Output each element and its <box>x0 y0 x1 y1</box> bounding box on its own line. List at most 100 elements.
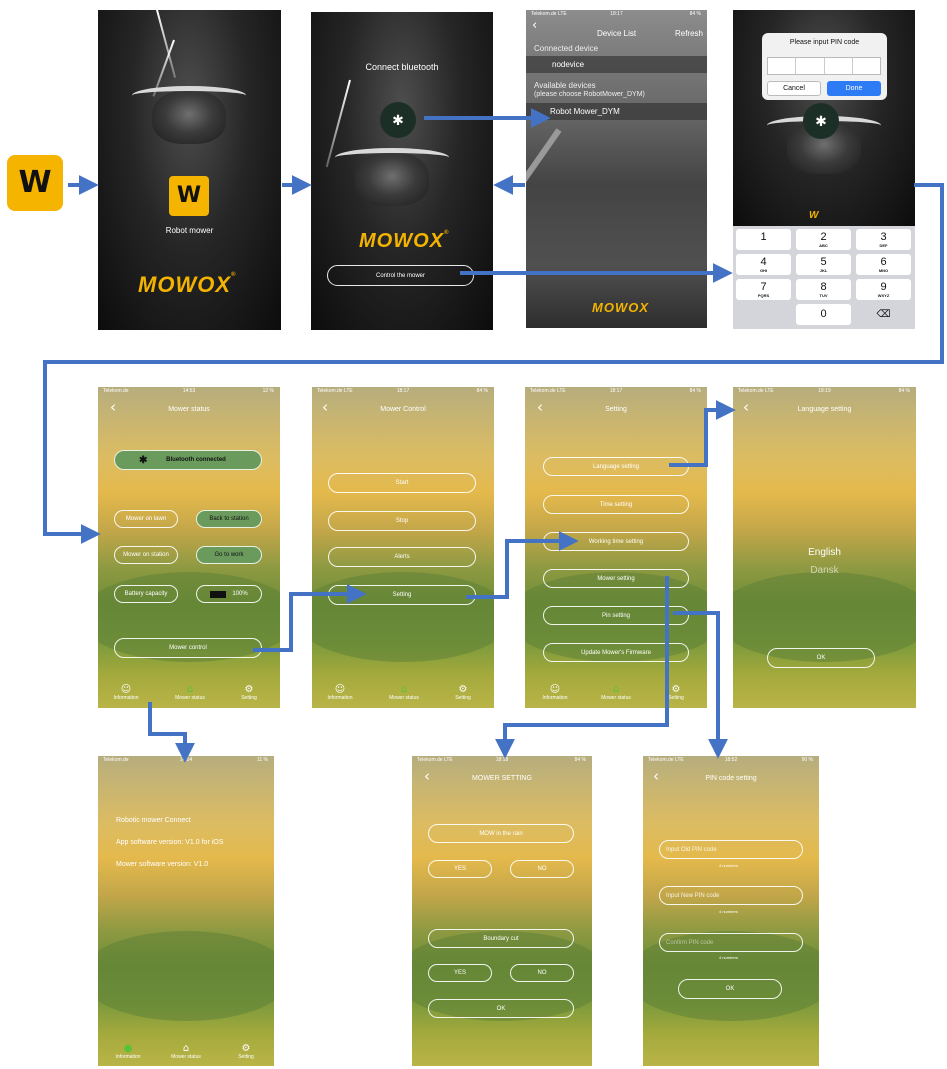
connect-screen: Connect bluetooth ✱ MOWOX® Control the m… <box>311 12 493 330</box>
mower-status-screen: Telekom.de 14:53 12 % ‹ Mower status ✱ Blu… <box>98 387 280 708</box>
key-7[interactable]: 7 PQRS <box>736 279 791 300</box>
tab-information[interactable]: ☺ Information <box>535 684 575 701</box>
confirm-pin-input[interactable]: Confirm PIN code <box>659 933 803 952</box>
screen-title: MOWER SETTING <box>472 775 532 782</box>
key-6[interactable]: 6 MNO <box>856 254 911 275</box>
home-icon: ⌂ <box>612 684 620 695</box>
home-icon: ⌂ <box>182 1043 190 1054</box>
ok-button[interactable]: OK <box>767 648 875 668</box>
ok-button[interactable]: OK <box>428 999 574 1018</box>
available-device-row[interactable]: Robot Mower_DYM <box>526 103 707 120</box>
old-pin-hint: 4 numbers <box>719 863 738 868</box>
bluetooth-icon: ✱ <box>803 103 839 139</box>
pin-dialog-title: Please input PIN code <box>789 39 860 46</box>
boundary-cut-label: Boundary cut <box>428 929 574 948</box>
mowox-logo: MOWOX <box>592 300 649 315</box>
setting-screen: Telekom.de LTE 18:17 84 % ‹ Setting Langua… <box>525 387 707 708</box>
connected-device-row[interactable]: nodevice <box>526 56 707 73</box>
app-icon-letter: W <box>18 165 52 200</box>
ok-button[interactable]: OK <box>678 979 782 999</box>
update-firmware-button[interactable]: Update Mower's Firmware <box>543 643 689 662</box>
setting-button[interactable]: Setting <box>328 585 476 605</box>
pin-input[interactable] <box>767 57 881 75</box>
tab-setting[interactable]: ⚙ Setting <box>443 684 483 701</box>
device-list-screen: Telekom.de LTE 18:17 84 % ‹ Device List Re… <box>526 10 707 328</box>
confirm-pin-hint: 4 numbers <box>719 955 738 960</box>
key-1[interactable]: 1 <box>736 229 791 250</box>
mow-in-rain-label: MOW in the rain <box>428 824 574 843</box>
done-button[interactable]: Done <box>827 81 881 96</box>
backspace-icon[interactable]: ⌫ <box>856 304 911 325</box>
pin-setting-button[interactable]: Pin setting <box>543 606 689 625</box>
chat-icon: ☺ <box>549 684 561 695</box>
rain-yes-button[interactable]: YES <box>428 860 492 878</box>
go-to-work-button[interactable]: Go to work <box>196 546 262 564</box>
start-button[interactable]: Start <box>328 473 476 493</box>
key-2[interactable]: 2 ABC <box>796 229 851 250</box>
screen-title: Setting <box>605 406 627 413</box>
key-8[interactable]: 8 TUV <box>796 279 851 300</box>
gear-icon: ⚙ <box>458 684 468 695</box>
mowox-logo: MOWOX® <box>359 230 450 252</box>
tab-information[interactable]: ● Information <box>108 1043 148 1060</box>
mower-setting-screen: Telekom.de LTE 18:18 84 % ‹ MOWER SETTING … <box>412 756 592 1066</box>
tab-setting[interactable]: ⚙ Setting <box>226 1043 266 1060</box>
mowox-logo: W <box>809 210 820 221</box>
key-3[interactable]: 3 DEF <box>856 229 911 250</box>
alerts-button[interactable]: Alerts <box>328 547 476 567</box>
new-pin-input[interactable]: Input New PIN code <box>659 886 803 905</box>
bluetooth-button[interactable]: ✱ <box>380 102 416 138</box>
screen-title: Mower status <box>168 406 210 413</box>
mower-on-station-status: Mower on station <box>114 546 178 564</box>
boundary-yes-button[interactable]: YES <box>428 964 492 982</box>
pin-code-setting-screen: Telekom.de LTE 18:52 90 % ‹ PIN code setti… <box>643 756 819 1066</box>
boundary-no-button[interactable]: NO <box>510 964 574 982</box>
language-option-english[interactable]: English <box>733 547 916 558</box>
tab-information[interactable]: ☺ Information <box>106 684 146 701</box>
rain-no-button[interactable]: NO <box>510 860 574 878</box>
connect-title: Connect bluetooth <box>365 62 439 72</box>
bull-image <box>132 86 246 144</box>
control-mower-button[interactable]: Control the mower <box>327 265 474 286</box>
time-setting-button[interactable]: Time setting <box>543 495 689 514</box>
tab-mower-status[interactable]: ⌂ Mower status <box>384 684 424 701</box>
tab-mower-status[interactable]: ⌂ Mower status <box>166 1043 206 1060</box>
key-9[interactable]: 9 WXYZ <box>856 279 911 300</box>
tab-setting[interactable]: ⚙ Setting <box>656 684 696 701</box>
back-to-station-button[interactable]: Back to station <box>196 510 262 528</box>
information-screen: Telekom.de 14:54 11 % Robotic mower Connec… <box>98 756 274 1066</box>
mower-control-screen: Telekom.de LTE 18:17 84 % ‹ Mower Control … <box>312 387 494 708</box>
stop-button[interactable]: Stop <box>328 511 476 531</box>
language-option-dansk[interactable]: Dansk <box>733 565 916 576</box>
pin-dialog: Please input PIN code Cancel Done <box>762 33 887 100</box>
splash-screen: W Robot mower MOWOX® <box>98 10 281 330</box>
app-flow-diagram: W W Robot mower MOWOX® Connect bluetooth… <box>0 0 947 1069</box>
language-setting-button[interactable]: Language setting <box>543 457 689 476</box>
key-0[interactable]: 0 <box>796 304 851 325</box>
tab-information[interactable]: ☺ Information <box>320 684 360 701</box>
old-pin-input[interactable]: Input Old PIN code <box>659 840 803 859</box>
gear-icon: ⚙ <box>241 1043 251 1054</box>
app-icon: W <box>7 155 63 211</box>
tab-mower-status[interactable]: ⌂ Mower status <box>170 684 210 701</box>
chat-icon: ● <box>123 1043 133 1054</box>
road-decoration <box>526 128 562 296</box>
tab-setting[interactable]: ⚙ Setting <box>229 684 269 701</box>
key-5[interactable]: 5 JKL <box>796 254 851 275</box>
mower-control-button[interactable]: Mower control <box>114 638 262 658</box>
mower-setting-button[interactable]: Mower setting <box>543 569 689 588</box>
bluetooth-connected-button[interactable]: ✱ Bluetooth connected <box>114 450 262 470</box>
tab-mower-status[interactable]: ⌂ Mower status <box>596 684 636 701</box>
chat-icon: ☺ <box>334 684 346 695</box>
language-setting-screen: Telekom.de LTE 18:19 84 % ‹ Language setti… <box>733 387 916 708</box>
cancel-button[interactable]: Cancel <box>767 81 821 96</box>
app-logo-icon: W <box>169 176 209 216</box>
arrow-info-to-information <box>148 702 195 763</box>
pin-entry-screen: ✱ Please input PIN code Cancel Done W 1 … <box>733 10 915 329</box>
bluetooth-icon: ✱ <box>139 454 148 466</box>
screen-title: Language setting <box>797 406 852 413</box>
key-4[interactable]: 4 GHI <box>736 254 791 275</box>
info-mower-version: Mower software version: V1.0 <box>116 861 209 868</box>
working-time-setting-button[interactable]: Working time setting <box>543 532 689 551</box>
refresh-button[interactable]: Refresh <box>675 29 703 38</box>
